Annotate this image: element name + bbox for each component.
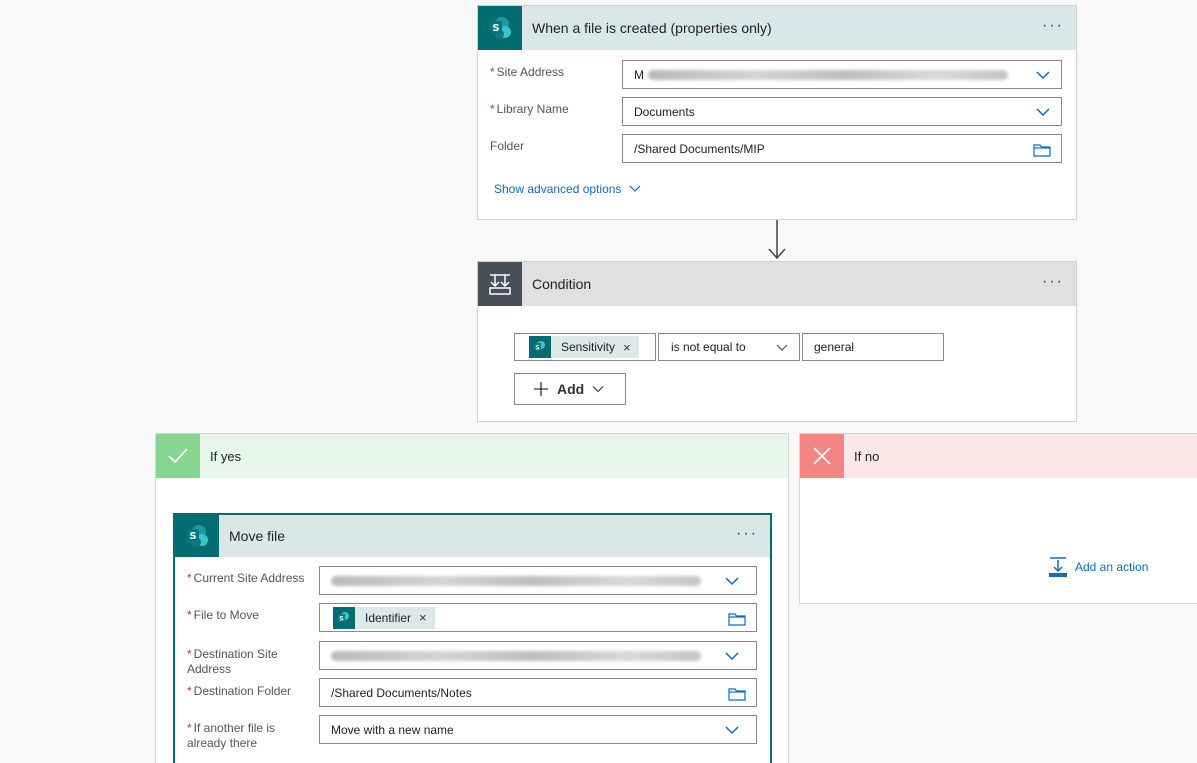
file-to-move-label: * File to Move [187, 608, 260, 622]
current-site-dropdown[interactable] [319, 566, 757, 595]
identifier-token[interactable]: S Identifier × [333, 606, 435, 629]
redacted-value [331, 575, 701, 586]
add-condition-label: Add [557, 381, 585, 397]
site-address-label: * Site Address [490, 65, 565, 79]
sharepoint-icon: S [478, 6, 522, 50]
dest-folder-label-row: * Destination Folder [187, 684, 291, 699]
conflict-label: * If another file is already there [187, 721, 276, 750]
move-file-title: Move file [229, 528, 286, 544]
condition-operator-dropdown[interactable]: is not equal to [658, 333, 800, 361]
sharepoint-icon: S [529, 336, 551, 358]
move-file-header[interactable]: S Move file ··· [175, 515, 770, 557]
if-yes-branch[interactable]: If yes S Move file ··· * Current Site Add… [155, 433, 789, 763]
show-advanced-options-text[interactable]: Show advanced options [494, 182, 621, 196]
library-name-label: * Library Name [490, 102, 569, 116]
dest-folder-input[interactable]: /Shared Documents/Notes [319, 678, 757, 707]
condition-value-input[interactable]: general [802, 333, 944, 361]
site-address-label-row: * Site Address [490, 65, 564, 80]
more-options-icon[interactable]: ··· [1042, 18, 1064, 34]
file-to-move-input[interactable]: S Identifier × [319, 603, 757, 632]
redacted-value [331, 650, 701, 661]
condition-header[interactable]: Condition ··· [478, 262, 1076, 306]
move-file-card[interactable]: S Move file ··· * Current Site Address * F… [173, 513, 772, 763]
chevron-down-icon[interactable] [1035, 67, 1051, 83]
dest-folder-value: /Shared Documents/Notes [331, 685, 472, 700]
if-no-header[interactable]: If no [800, 434, 1197, 478]
library-name-value: Documents [634, 104, 695, 119]
trigger-title: When a file is created (properties only) [532, 20, 772, 36]
chevron-down-icon [592, 386, 604, 393]
svg-text:S: S [189, 531, 196, 542]
remove-token-icon[interactable]: × [623, 340, 631, 355]
if-yes-header[interactable]: If yes [156, 434, 788, 478]
current-site-label: * Current Site Address [187, 571, 305, 585]
sensitivity-token[interactable]: S Sensitivity × [529, 336, 639, 358]
dest-site-dropdown[interactable] [319, 641, 757, 670]
sharepoint-icon: S [175, 515, 219, 557]
remove-token-icon[interactable]: × [419, 610, 427, 625]
dest-folder-label: * Destination Folder [187, 684, 292, 698]
folder-value: /Shared Documents/MIP [634, 141, 765, 156]
sharepoint-icon: S [333, 606, 355, 629]
chevron-down-icon[interactable] [724, 573, 740, 589]
dest-site-label-row: * Destination Site Address [187, 647, 278, 677]
connector-arrow-icon [768, 220, 786, 260]
add-an-action-button[interactable]: Add an action [1048, 556, 1148, 578]
add-action-icon [1049, 557, 1067, 577]
folder-icon[interactable] [728, 611, 746, 627]
condition-title: Condition [532, 276, 592, 292]
if-no-title: If no [854, 448, 880, 464]
identifier-token-label: Identifier [365, 610, 412, 625]
file-to-move-label-row: * File to Move [187, 608, 259, 623]
conflict-behavior-dropdown[interactable]: Move with a new name [319, 715, 757, 744]
svg-text:S: S [339, 615, 343, 622]
add-condition-button[interactable]: Add [514, 373, 626, 405]
folder-label: Folder [490, 139, 525, 153]
chevron-down-icon[interactable] [775, 341, 789, 355]
folder-label-row: Folder [490, 139, 524, 154]
library-name-dropdown[interactable]: Documents [622, 97, 1062, 126]
plus-icon [534, 382, 548, 396]
sensitivity-token-label: Sensitivity [561, 340, 616, 354]
chevron-down-icon[interactable] [724, 722, 740, 738]
folder-input[interactable]: /Shared Documents/MIP [622, 134, 1062, 163]
dest-site-label: * Destination Site Address [187, 647, 278, 676]
folder-icon[interactable] [728, 686, 746, 702]
show-advanced-options-link[interactable]: Show advanced options [494, 182, 642, 196]
checkmark-icon [156, 434, 200, 478]
svg-text:S: S [535, 345, 539, 352]
condition-left-operand[interactable]: S Sensitivity × [514, 333, 656, 361]
chevron-down-icon[interactable] [724, 648, 740, 664]
folder-icon[interactable] [1033, 142, 1051, 158]
site-address-dropdown[interactable]: M [622, 60, 1062, 89]
library-name-label-row: * Library Name [490, 102, 569, 117]
trigger-header[interactable]: S When a file is created (properties onl… [478, 6, 1076, 50]
redacted-value [648, 69, 1008, 80]
current-site-label-row: * Current Site Address [187, 571, 304, 586]
chevron-down-icon [630, 185, 641, 192]
close-icon [800, 434, 844, 478]
conflict-label-row: * If another file is already there [187, 721, 275, 751]
condition-card[interactable]: Condition ··· S Sensitivity × is not equ… [477, 261, 1077, 422]
more-options-icon[interactable]: ··· [1042, 274, 1064, 290]
more-options-icon[interactable]: ··· [736, 526, 758, 542]
chevron-down-icon[interactable] [1035, 104, 1051, 120]
svg-text:S: S [492, 23, 499, 34]
add-an-action-label[interactable]: Add an action [1075, 560, 1148, 574]
conflict-behavior-value: Move with a new name [331, 722, 454, 737]
if-no-branch[interactable]: If no Add an action [799, 433, 1197, 604]
if-yes-title: If yes [210, 448, 242, 464]
trigger-card[interactable]: S When a file is created (properties onl… [477, 5, 1077, 220]
condition-value: general [814, 340, 855, 354]
condition-icon [478, 262, 522, 306]
condition-operator-value: is not equal to [671, 340, 746, 354]
